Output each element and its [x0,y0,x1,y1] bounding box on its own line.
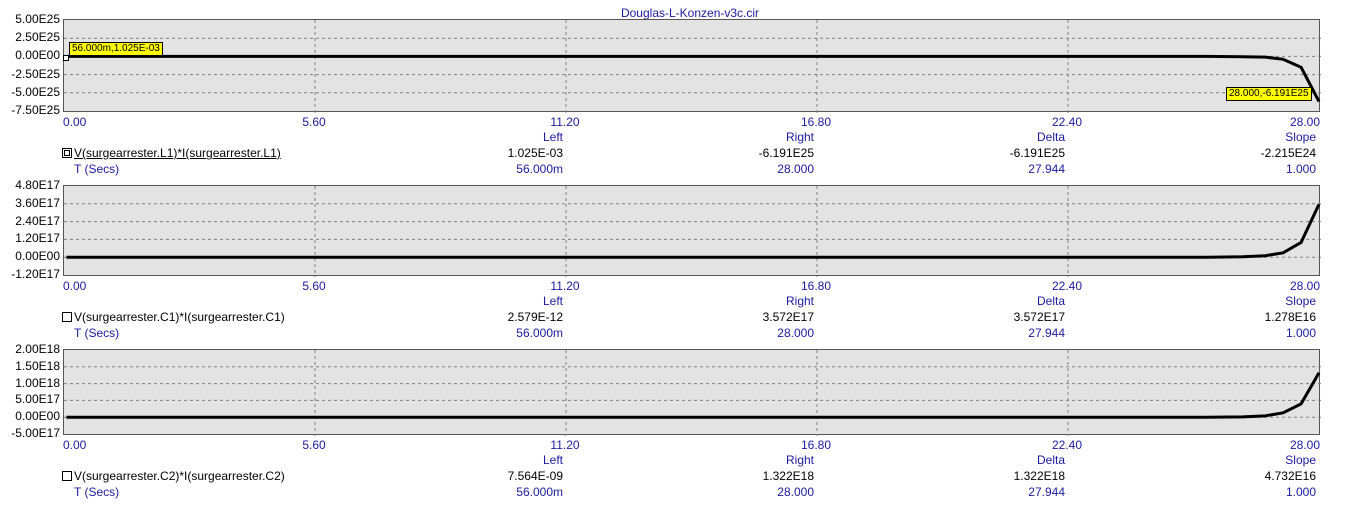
stat-header-left: Left [542,294,563,308]
plot-area[interactable] [63,349,1321,436]
stat-header-delta: Delta [1036,130,1065,144]
time-value-left: 56.000m [516,162,563,176]
stat-value-right: 3.572E17 [762,310,814,324]
time-value-slope: 1.000 [1285,485,1316,499]
stat-header-right: Right [785,130,814,144]
x-tick-label: 11.20 [550,279,580,293]
y-tick-label: -7.50E25 [11,103,60,117]
plot-svg [64,186,1321,277]
y-tick-label: 2.00E18 [15,342,60,356]
x-tick-label: 22.40 [1051,438,1083,452]
x-axis-variable-label: T (Secs) [74,326,120,340]
stat-value-right: 1.322E18 [762,469,814,483]
x-tick-label: 0.00 [63,115,87,129]
x-tick-label: 16.80 [800,438,832,452]
y-tick-label: 1.50E18 [15,358,60,373]
stat-value-slope: 4.732E16 [1264,469,1316,483]
x-tick-label: 11.20 [550,438,580,452]
stat-header-right: Right [785,453,814,467]
y-tick-label: 3.60E17 [15,195,60,210]
plot-svg [64,20,1321,113]
waveform-trace[interactable] [66,203,1321,259]
time-value-slope: 1.000 [1285,326,1316,340]
y-tick-label: 0.00E00 [15,48,60,63]
y-tick-label: -1.20E17 [11,267,60,281]
stat-header-left: Left [542,130,563,144]
stat-value-left: 7.564E-09 [507,469,563,483]
stat-value-delta: 1.322E18 [1013,469,1065,483]
y-tick-label: -2.50E25 [11,66,60,81]
curve-checkbox[interactable] [62,148,72,158]
x-axis-variable-label: T (Secs) [74,485,120,499]
x-tick-label: 16.80 [800,279,832,293]
curve-label-row: V(surgearrester.C1)*I(surgearrester.C1) [62,310,285,324]
y-tick-label: 2.40E17 [15,213,60,228]
x-tick-label: 16.80 [800,115,832,129]
x-tick-label: 5.60 [302,115,326,129]
time-value-delta: 27.944 [1028,326,1065,340]
x-tick-label: 28.00 [1289,438,1320,452]
stat-value-slope: 1.278E16 [1264,310,1316,324]
x-tick-label: 5.60 [302,279,326,293]
stat-header-delta: Delta [1036,453,1065,467]
stat-value-left: 2.579E-12 [507,310,563,324]
curve-checkbox[interactable] [62,312,72,322]
x-tick-label: 11.20 [550,115,580,129]
time-value-delta: 27.944 [1028,485,1065,499]
stat-value-left: 1.025E-03 [507,146,563,160]
y-tick-label: -5.00E25 [11,84,60,99]
stat-header-slope: Slope [1285,294,1316,308]
y-tick-label: 5.00E25 [15,12,60,26]
y-tick-label: 1.20E17 [15,231,60,246]
x-tick-label: 0.00 [63,438,87,452]
left-cursor-tick [63,55,69,61]
y-tick-label: 2.50E25 [15,30,60,45]
x-tick-label: 5.60 [302,438,326,452]
y-tick-label: 0.00E00 [15,409,60,424]
time-value-right: 28.000 [777,485,814,499]
plot-area[interactable] [63,19,1321,113]
time-value-right: 28.000 [777,326,814,340]
stat-value-right: -6.191E25 [758,146,814,160]
right-cursor-marker[interactable]: 28.000,-6.191E25 [1226,87,1312,101]
curve-label[interactable]: V(surgearrester.C1)*I(surgearrester.C1) [74,310,285,324]
plot-svg [64,350,1321,436]
stat-value-slope: -2.215E24 [1260,146,1316,160]
chart-title: Douglas-L-Konzen-v3c.cir [620,6,760,20]
curve-label-row: V(surgearrester.C2)*I(surgearrester.C2) [62,469,285,483]
x-tick-label: 28.00 [1289,279,1320,293]
left-cursor-marker[interactable]: 56.000m,1.025E-03 [69,42,163,56]
y-tick-label: 0.00E00 [15,249,60,264]
time-value-left: 56.000m [516,326,563,340]
curve-label[interactable]: V(surgearrester.C2)*I(surgearrester.C2) [74,469,285,483]
stat-header-right: Right [785,294,814,308]
stat-header-left: Left [542,453,563,467]
plot-area[interactable] [63,185,1321,277]
y-tick-label: 5.00E17 [15,392,60,407]
time-value-delta: 27.944 [1028,162,1065,176]
y-tick-label: -5.00E17 [11,426,60,440]
y-tick-label: 1.00E18 [15,375,60,390]
stat-header-slope: Slope [1285,130,1316,144]
x-tick-label: 22.40 [1051,279,1083,293]
stat-value-delta: -6.191E25 [1009,146,1065,160]
stat-header-slope: Slope [1285,453,1316,467]
y-tick-label: 4.80E17 [15,178,60,192]
time-value-left: 56.000m [516,485,563,499]
stat-value-delta: 3.572E17 [1013,310,1065,324]
time-value-slope: 1.000 [1285,162,1316,176]
curve-label-row: V(surgearrester.L1)*I(surgearrester.L1) [62,146,281,160]
waveform-trace[interactable] [66,372,1321,419]
x-axis-variable-label: T (Secs) [74,162,120,176]
curve-checkbox[interactable] [62,471,72,481]
time-value-right: 28.000 [777,162,814,176]
stat-header-delta: Delta [1036,294,1065,308]
curve-label[interactable]: V(surgearrester.L1)*I(surgearrester.L1) [74,146,281,160]
x-tick-label: 22.40 [1051,115,1083,129]
waveform-trace[interactable] [66,54,1321,103]
x-tick-label: 28.00 [1289,115,1320,129]
x-tick-label: 0.00 [63,279,87,293]
